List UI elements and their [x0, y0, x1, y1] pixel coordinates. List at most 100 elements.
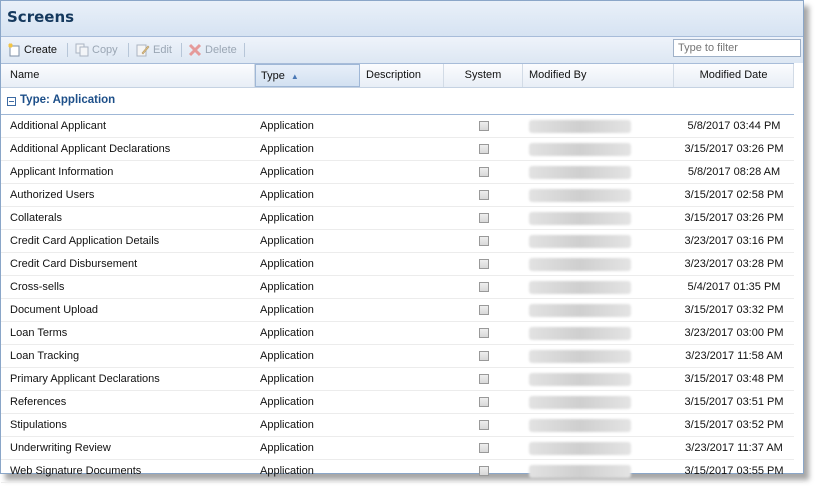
system-checkbox — [479, 144, 489, 154]
delete-icon — [188, 43, 202, 57]
row-name: Underwriting Review — [10, 442, 111, 454]
modified-by-redacted — [529, 465, 631, 478]
column-header-modified-by[interactable]: Modified By — [523, 64, 674, 87]
edit-button[interactable]: Edit — [136, 42, 172, 58]
group-header[interactable]: Type: Application — [1, 88, 803, 115]
table-row[interactable]: Stipulations Application 3/15/2017 03:52 P… — [1, 414, 803, 437]
row-modified-date: 5/4/2017 01:35 PM — [687, 281, 781, 293]
table-row[interactable]: Additional Applicant Declarations Applica… — [1, 138, 803, 161]
sort-ascending-icon: ▲ — [290, 72, 299, 81]
row-name: References — [10, 396, 67, 408]
row-type: Application — [260, 442, 314, 454]
system-checkbox — [479, 190, 489, 200]
row-modified-date: 3/15/2017 03:26 PM — [684, 212, 784, 224]
system-checkbox — [479, 259, 489, 269]
row-name: Cross-sells — [10, 281, 65, 293]
row-name: Collaterals — [10, 212, 62, 224]
table-row[interactable]: Credit Card Application Details Applicati… — [1, 230, 803, 253]
row-name: Applicant Information — [10, 166, 114, 178]
modified-by-redacted — [529, 442, 631, 455]
system-checkbox — [479, 397, 489, 407]
table-row[interactable]: Underwriting Review Application 3/23/2017 … — [1, 437, 803, 460]
filter-input[interactable] — [673, 39, 801, 57]
modified-by-redacted — [529, 419, 631, 432]
modified-by-redacted — [529, 258, 631, 271]
row-name: Credit Card Application Details — [10, 235, 160, 247]
modified-by-redacted — [529, 350, 631, 363]
system-checkbox — [479, 305, 489, 315]
toolbar-divider — [244, 43, 245, 57]
create-button[interactable]: Create — [7, 42, 57, 58]
table-row[interactable]: Loan Tracking Application 3/23/2017 11:58 … — [1, 345, 803, 368]
table-row[interactable]: Document Upload Application 3/15/2017 03:3… — [1, 299, 803, 322]
row-type: Application — [260, 120, 314, 132]
copy-button[interactable]: Copy — [75, 42, 118, 58]
system-checkbox — [479, 351, 489, 361]
row-name: Authorized Users — [10, 189, 95, 201]
table-row[interactable]: Cross-sells Application 5/4/2017 01:35 PM — [1, 276, 803, 299]
column-header-modified-date[interactable]: Modified Date — [674, 64, 794, 87]
screens-panel: Screens Create Copy Edit Delete Type to … — [0, 0, 804, 483]
table-row[interactable]: Credit Card Disbursement Application 3/23/… — [1, 253, 803, 276]
table-row[interactable]: Additional Applicant Application 5/8/2017 … — [1, 115, 803, 138]
row-modified-date: 3/15/2017 03:26 PM — [684, 143, 784, 155]
column-header-type[interactable]: Type ▲ — [255, 64, 360, 87]
grid-body: Additional Applicant Application 5/8/2017 … — [1, 115, 803, 483]
system-checkbox — [479, 328, 489, 338]
row-type: Application — [260, 373, 314, 385]
table-row[interactable]: Collaterals Application 3/15/2017 03:26 PM — [1, 207, 803, 230]
grid-header: Name Type ▲ Description System Modified … — [1, 64, 803, 88]
modified-by-redacted — [529, 166, 631, 179]
row-modified-date: 3/15/2017 03:55 PM — [684, 465, 784, 477]
row-modified-date: 3/23/2017 03:16 PM — [684, 235, 784, 247]
modified-by-redacted — [529, 373, 631, 386]
column-header-description[interactable]: Description — [360, 64, 444, 87]
row-modified-date: 3/15/2017 03:51 PM — [684, 396, 784, 408]
row-name: Additional Applicant — [10, 120, 107, 132]
row-modified-date: 3/23/2017 03:28 PM — [684, 258, 784, 270]
toolbar-divider — [67, 43, 68, 57]
table-row[interactable]: Authorized Users Application 3/15/2017 02:… — [1, 184, 803, 207]
row-type: Application — [260, 212, 314, 224]
row-name: Document Upload — [10, 304, 99, 316]
row-modified-date: 3/23/2017 03:00 PM — [684, 327, 784, 339]
column-header-name[interactable]: Name — [1, 64, 255, 87]
system-checkbox — [479, 443, 489, 453]
row-type: Application — [260, 258, 314, 270]
row-type: Application — [260, 465, 314, 477]
title-bar: Screens — [1, 1, 803, 37]
table-row[interactable]: Web Signature Documents Application 3/15/2… — [1, 460, 803, 483]
scrollbar[interactable] — [794, 63, 803, 473]
row-name: Additional Applicant Declarations — [10, 143, 171, 155]
copy-label: Copy — [92, 44, 118, 56]
table-row[interactable]: References Application 3/15/2017 03:51 PM — [1, 391, 803, 414]
collapse-icon[interactable] — [7, 97, 16, 106]
row-modified-date: 3/15/2017 03:48 PM — [684, 373, 784, 385]
modified-by-redacted — [529, 189, 631, 202]
modified-by-redacted — [529, 327, 631, 340]
table-row[interactable]: Loan Terms Application 3/23/2017 03:00 PM — [1, 322, 803, 345]
row-type: Application — [260, 235, 314, 247]
row-type: Application — [260, 166, 314, 178]
copy-icon — [75, 43, 89, 57]
delete-button[interactable]: Delete — [188, 42, 237, 58]
table-row[interactable]: Primary Applicant Declarations Applicatio… — [1, 368, 803, 391]
row-type: Application — [260, 281, 314, 293]
row-name: Web Signature Documents — [10, 465, 142, 477]
modified-by-redacted — [529, 304, 631, 317]
system-checkbox — [479, 213, 489, 223]
toolbar: Create Copy Edit Delete — [1, 37, 803, 64]
table-row[interactable]: Applicant Information Application 5/8/2017… — [1, 161, 803, 184]
group-label: Type: Application — [20, 94, 116, 106]
column-header-system[interactable]: System — [444, 64, 523, 87]
row-type: Application — [260, 304, 314, 316]
row-type: Application — [260, 396, 314, 408]
system-checkbox — [479, 167, 489, 177]
row-modified-date: 3/15/2017 02:58 PM — [684, 189, 784, 201]
system-checkbox — [479, 121, 489, 131]
row-name: Credit Card Disbursement — [10, 258, 138, 270]
modified-by-redacted — [529, 281, 631, 294]
row-name: Loan Terms — [10, 327, 68, 339]
row-name: Primary Applicant Declarations — [10, 373, 160, 385]
row-name: Stipulations — [10, 419, 67, 431]
